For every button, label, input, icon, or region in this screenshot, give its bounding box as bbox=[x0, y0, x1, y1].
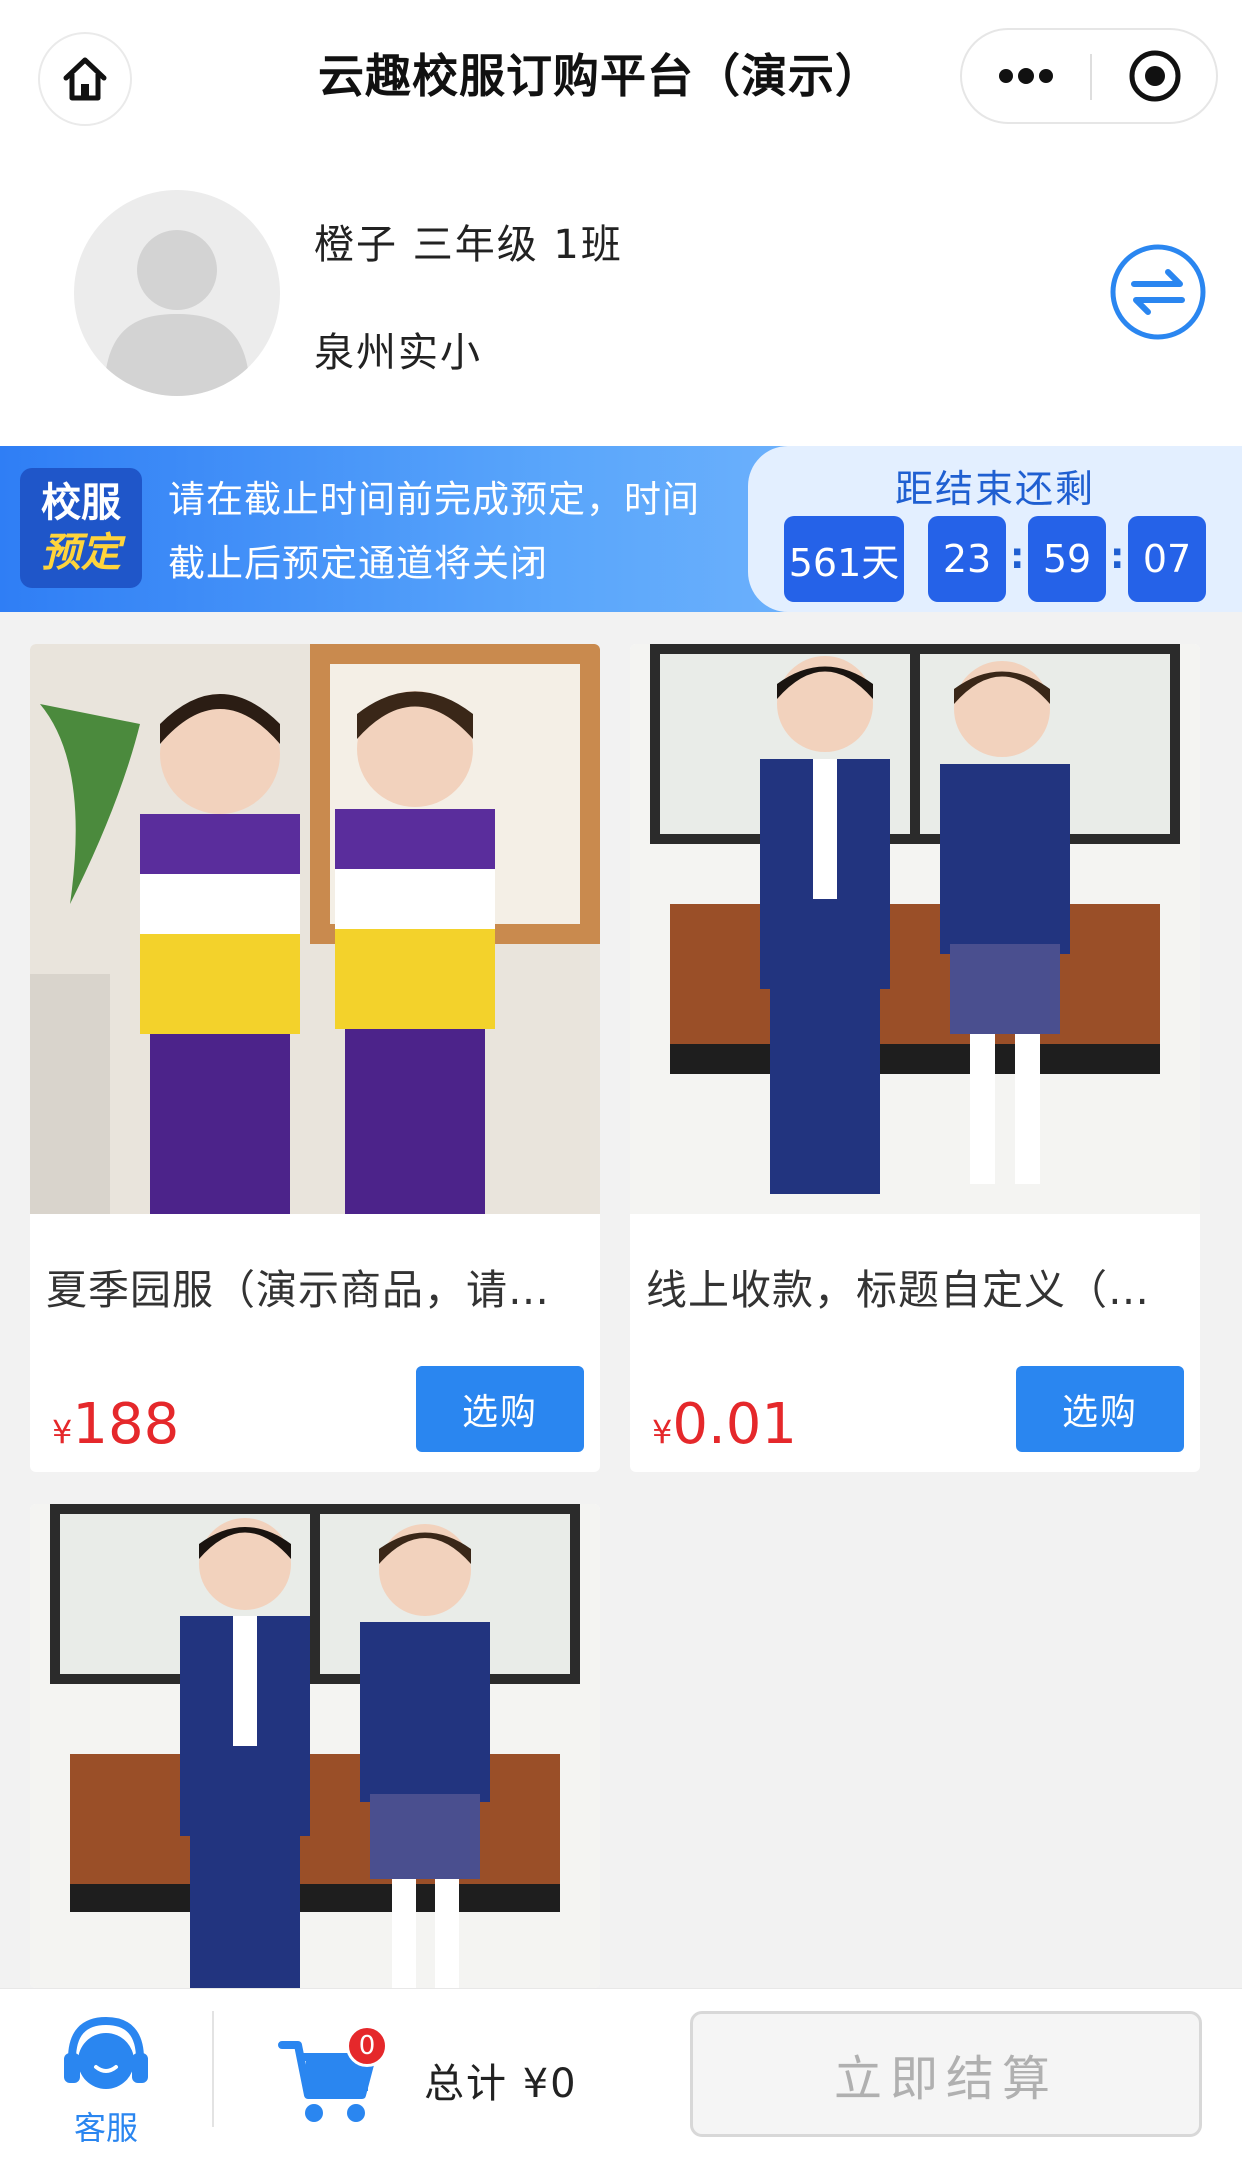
customer-service-label: 客服 bbox=[73, 2109, 138, 2147]
page-title: 云趣校服订购平台（演示） bbox=[318, 49, 882, 103]
countdown-hours: 23 bbox=[928, 516, 1006, 602]
currency-symbol: ¥ bbox=[652, 1413, 673, 1451]
countdown-days: 561天 bbox=[784, 516, 904, 602]
product-card[interactable] bbox=[30, 1504, 600, 1988]
countdown-colon: : bbox=[1110, 536, 1125, 577]
more-dots-icon bbox=[999, 68, 1053, 84]
blazer-uniform-photo bbox=[630, 644, 1200, 1214]
product-card[interactable]: 夏季园服（演示商品，请勿下单） ¥188 选购 bbox=[30, 644, 600, 1472]
badge-line-1: 校服 bbox=[41, 480, 121, 526]
countdown-seconds: 07 bbox=[1128, 516, 1206, 602]
switch-student-button[interactable] bbox=[1108, 242, 1208, 342]
student-name-class: 橙子 三年级 1班 bbox=[314, 222, 623, 268]
home-icon bbox=[63, 57, 107, 101]
deadline-banner: 校服 预定 请在截止时间前完成预定，时间截止后预定通道将关闭 距结束还剩 561… bbox=[0, 446, 1242, 612]
swap-arrows-icon bbox=[1110, 244, 1206, 340]
top-navigation-bar: 云趣校服订购平台（演示） bbox=[0, 0, 1242, 150]
summer-uniform-photo bbox=[30, 644, 600, 1214]
bottom-action-bar: 客服 0 总计 ¥0 立即结算 bbox=[0, 1988, 1242, 2157]
product-name[interactable]: 线上收款，标题自定义（演示） bbox=[646, 1256, 1186, 1316]
select-buy-button[interactable]: 选购 bbox=[416, 1366, 584, 1452]
product-price: ¥188 bbox=[52, 1392, 179, 1457]
customer-service-button[interactable]: 客服 bbox=[56, 2011, 156, 2151]
product-price: ¥0.01 bbox=[652, 1392, 797, 1457]
default-user-icon bbox=[104, 230, 250, 396]
close-mini-program-button[interactable] bbox=[1092, 30, 1218, 122]
product-name[interactable]: 夏季园服（演示商品，请勿下单） bbox=[46, 1256, 586, 1316]
product-image[interactable] bbox=[30, 644, 600, 1214]
price-value: 0.01 bbox=[672, 1392, 798, 1457]
mini-program-capsule bbox=[960, 28, 1218, 124]
more-button[interactable] bbox=[962, 30, 1090, 122]
select-buy-button[interactable]: 选购 bbox=[1016, 1366, 1184, 1452]
cart-total: 总计 ¥0 bbox=[424, 2061, 578, 2107]
headset-service-icon bbox=[64, 2016, 148, 2089]
countdown-title: 距结束还剩 bbox=[894, 467, 1095, 511]
currency-symbol: ¥ bbox=[52, 1413, 73, 1451]
bottom-divider bbox=[212, 2011, 214, 2127]
student-profile: 橙子 三年级 1班 泉州实小 bbox=[0, 150, 1242, 446]
cart-count-badge: 0 bbox=[346, 2025, 388, 2067]
record-target-icon bbox=[1129, 50, 1181, 102]
countdown-colon: : bbox=[1010, 536, 1025, 577]
price-value: 188 bbox=[72, 1392, 180, 1457]
product-card[interactable]: 线上收款，标题自定义（演示） ¥0.01 选购 bbox=[630, 644, 1200, 1472]
school-name: 泉州实小 bbox=[314, 330, 482, 376]
countdown-panel: 距结束还剩 561天 23 : 59 : 07 bbox=[748, 446, 1242, 612]
deadline-notice: 请在截止时间前完成预定，时间截止后预定通道将关闭 bbox=[168, 478, 700, 585]
uniform-order-badge: 校服 预定 bbox=[20, 468, 142, 588]
checkout-button[interactable]: 立即结算 bbox=[690, 2011, 1202, 2137]
avatar bbox=[74, 190, 280, 396]
product-image[interactable] bbox=[30, 1504, 600, 1988]
badge-line-2: 预定 bbox=[41, 530, 121, 576]
product-image[interactable] bbox=[630, 644, 1200, 1214]
home-button[interactable] bbox=[38, 32, 132, 126]
countdown-minutes: 59 bbox=[1028, 516, 1106, 602]
blazer-uniform-photo bbox=[30, 1504, 600, 1988]
